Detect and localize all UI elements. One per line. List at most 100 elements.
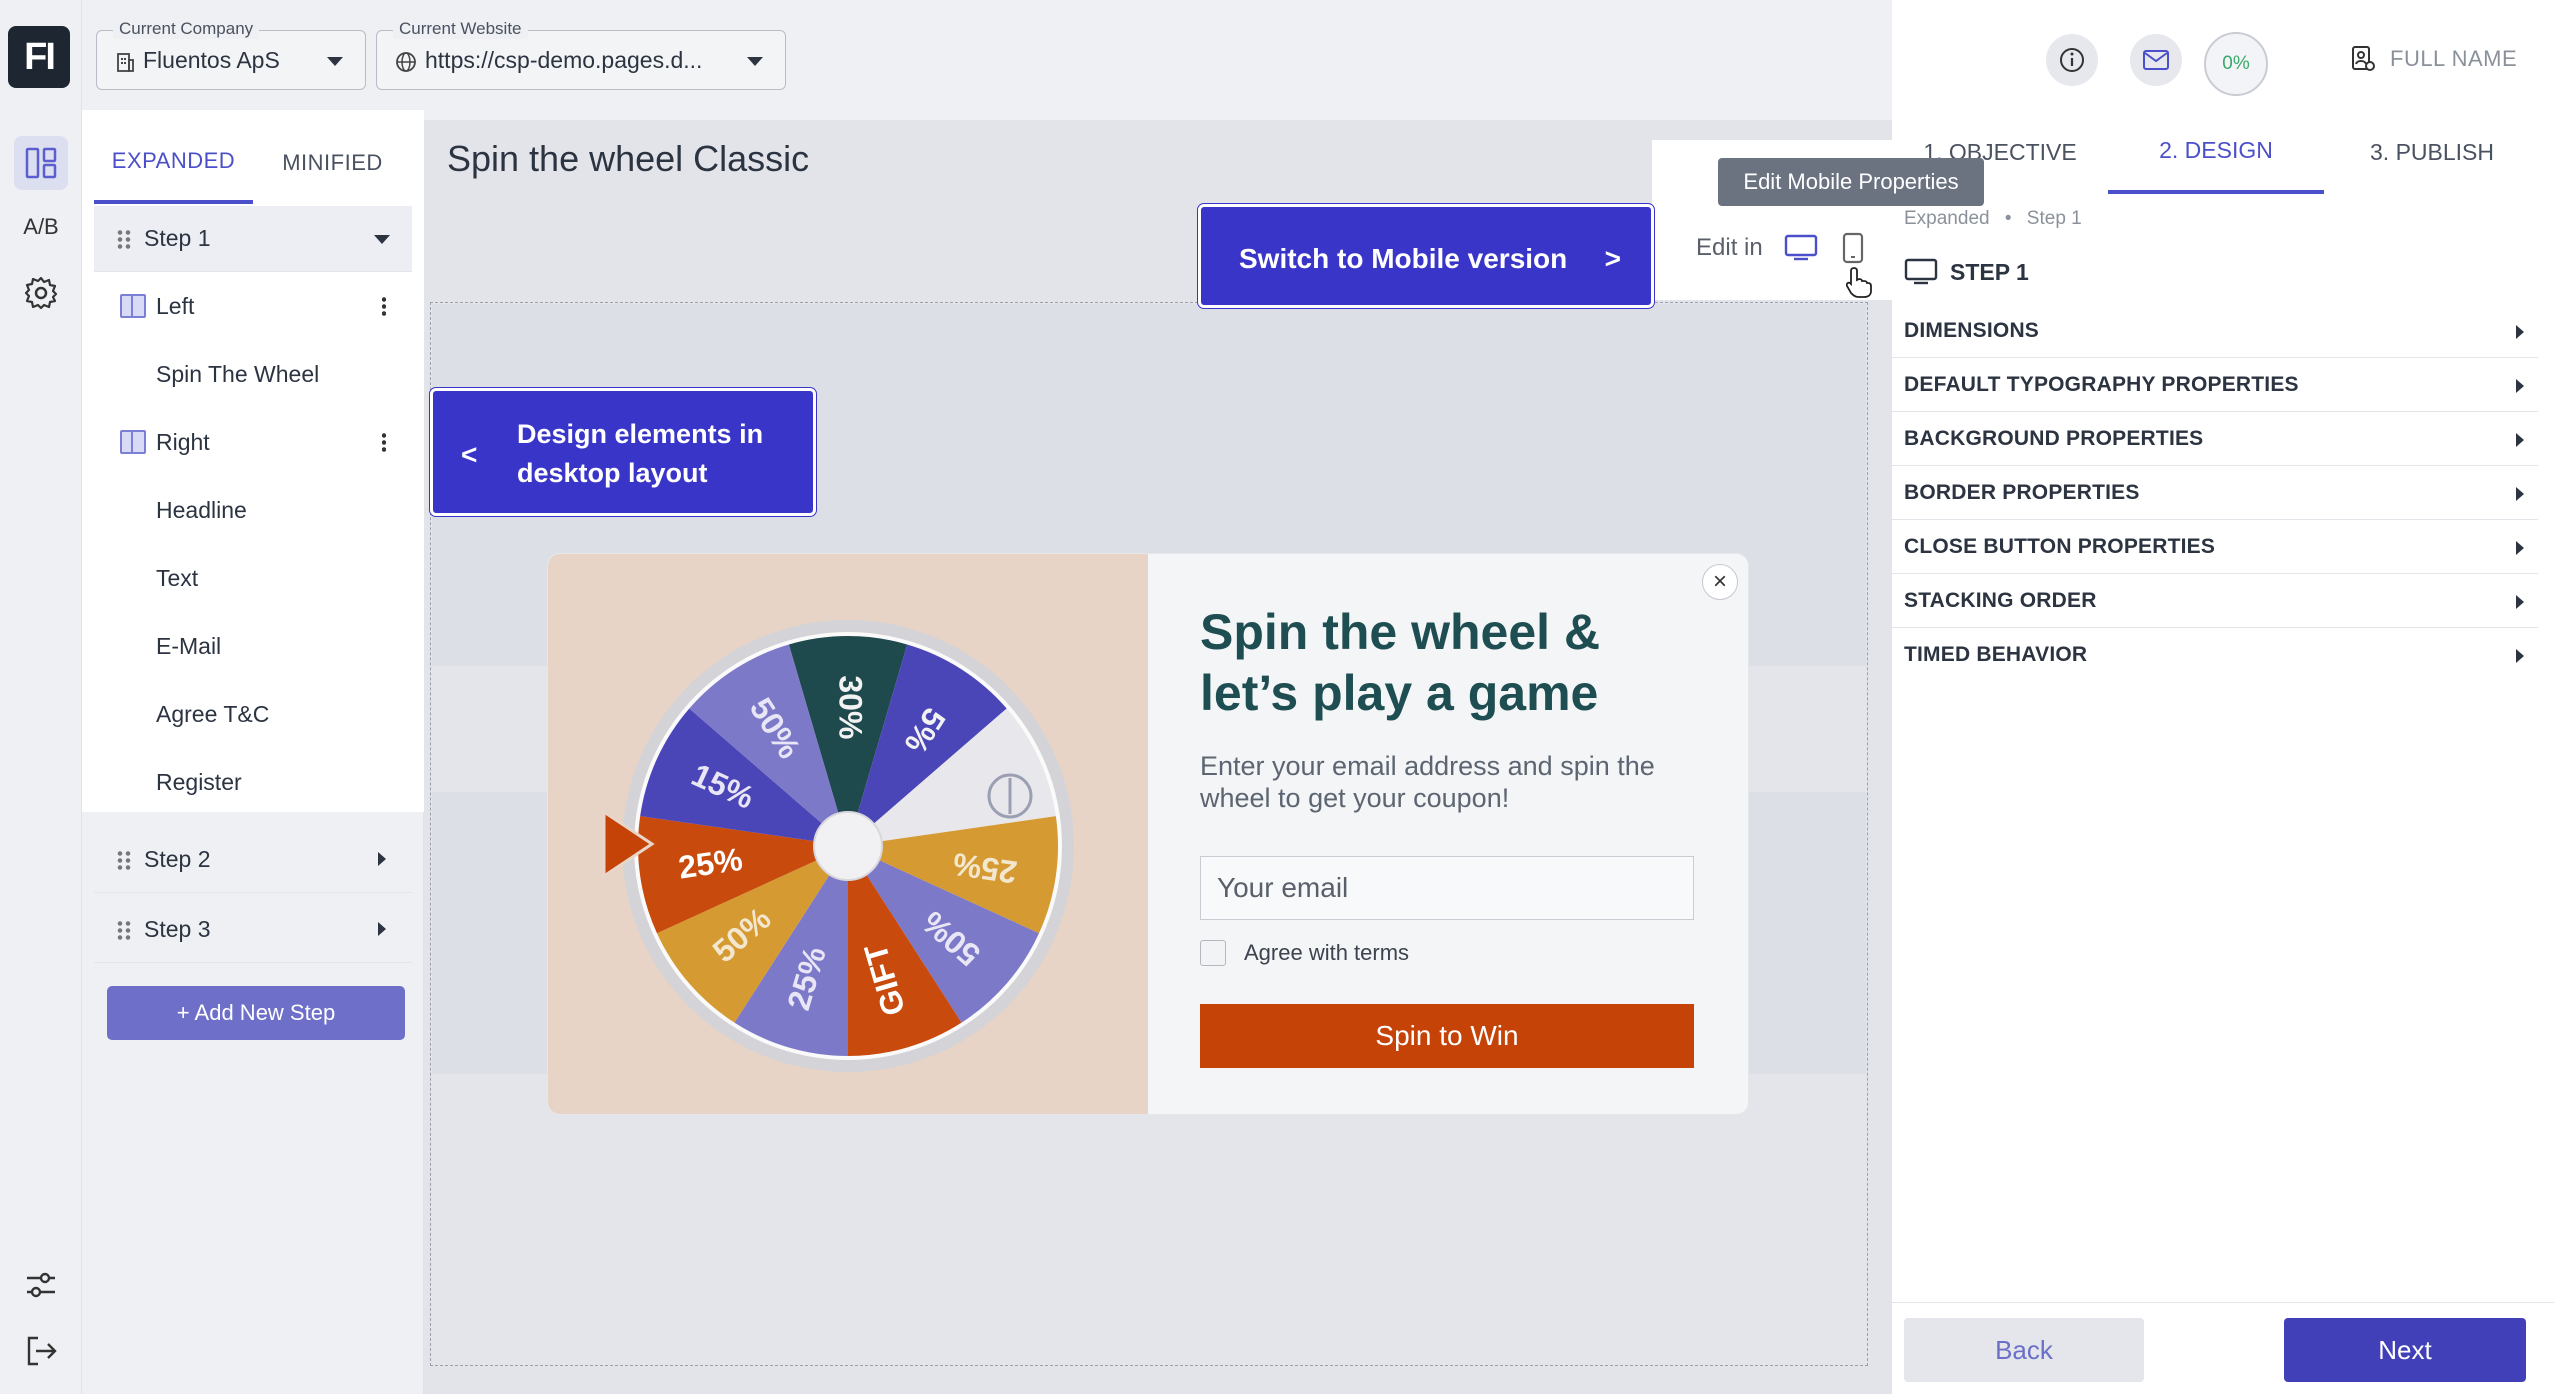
caret-right-icon [2516, 541, 2524, 555]
desktop-icon[interactable] [1784, 234, 1818, 267]
tree-item-agree-tc[interactable]: Agree T&C [94, 680, 412, 748]
caret-right-icon [2516, 649, 2524, 663]
progress-indicator[interactable]: 0% [2204, 32, 2268, 96]
building-icon [115, 51, 135, 78]
popup-preview[interactable]: 30% 5% 25% 50% GIFT 25% 50% 25% 15% 50% Spin the … [548, 554, 1748, 1114]
drag-handle-icon[interactable] [116, 919, 132, 940]
breadcrumb: Expanded • Step 1 [1904, 208, 2082, 230]
section-close-button[interactable]: CLOSE BUTTON PROPERTIES [1892, 520, 2538, 574]
tree-item-left[interactable]: Left [94, 272, 412, 340]
tree-item-spin-the-wheel[interactable]: Spin The Wheel [94, 340, 412, 408]
callout-desktop-layout[interactable]: < Design elements in desktop layout [430, 388, 816, 516]
selected-step-title: STEP 1 [1904, 258, 2029, 286]
popup-headline[interactable]: Spin the wheel & let’s play a game [1200, 602, 1680, 724]
company-value: Fluentos ApS [143, 47, 280, 73]
step-row-step-3[interactable]: Step 3 [94, 897, 412, 963]
step-row-step-2[interactable]: Step 2 [94, 827, 412, 893]
breadcrumb-separator: • [2004, 208, 2012, 229]
add-new-step-button[interactable]: + Add New Step [107, 986, 405, 1040]
step-label: Step 3 [144, 916, 211, 942]
tree-item-register[interactable]: Register [94, 748, 412, 816]
back-button[interactable]: Back [1904, 1318, 2144, 1382]
tree-item-text[interactable]: Text [94, 544, 412, 612]
section-timed-behavior[interactable]: TIMED BEHAVIOR [1892, 628, 2538, 682]
tree-item-label: Agree T&C [156, 700, 270, 727]
tab-minified[interactable]: MINIFIED [253, 122, 412, 204]
tree-item-label: E-Mail [156, 632, 222, 659]
ab-test-button[interactable]: A/B [14, 200, 68, 254]
tree-item-label: Right [156, 428, 210, 455]
tab-expanded[interactable]: EXPANDED [94, 122, 253, 204]
website-value: https://csp-demo.pages.d... [425, 47, 703, 73]
caret-right-icon[interactable] [378, 852, 386, 866]
cursor-hand-icon [1845, 266, 1872, 303]
column-icon [120, 430, 146, 454]
caret-right-icon [2516, 379, 2524, 393]
company-select[interactable]: Current Company Fluentos ApS [96, 19, 366, 90]
tab-design[interactable]: 2. DESIGN [2108, 110, 2324, 194]
wheel-label: 30% [833, 675, 869, 739]
column-icon [120, 294, 146, 318]
agree-terms[interactable]: Agree with terms [1200, 940, 1409, 966]
tab-publish[interactable]: 3. PUBLISH [2324, 110, 2540, 194]
section-label: DEFAULT TYPOGRAPHY PROPERTIES [1904, 372, 2299, 396]
chevron-down-icon [747, 57, 763, 66]
spin-to-win-button[interactable]: Spin to Win [1200, 1004, 1694, 1068]
tree-item-right[interactable]: Right [94, 408, 412, 476]
arrow-left-icon: < [461, 439, 478, 470]
more-options-icon[interactable] [382, 296, 386, 316]
section-label: STACKING ORDER [1904, 588, 2097, 612]
next-button[interactable]: Next [2284, 1318, 2526, 1382]
mail-icon[interactable] [2130, 34, 2182, 86]
left-rail: FI A/B [0, 0, 82, 1394]
step-title-label: STEP 1 [1950, 258, 2029, 285]
section-stacking-order[interactable]: STACKING ORDER [1892, 574, 2538, 628]
agree-checkbox[interactable] [1200, 940, 1226, 966]
website-legend: Current Website [393, 19, 528, 39]
tree-item-email[interactable]: E-Mail [94, 612, 412, 680]
mobile-icon[interactable] [1842, 232, 1864, 269]
section-border[interactable]: BORDER PROPERTIES [1892, 466, 2538, 520]
caret-right-icon [2516, 433, 2524, 447]
settings-gear-icon[interactable] [14, 266, 68, 320]
caret-right-icon [2516, 595, 2524, 609]
tree-item-label: Spin The Wheel [156, 360, 320, 387]
section-label: BORDER PROPERTIES [1904, 480, 2140, 504]
step-row-step-1[interactable]: Step 1 [94, 206, 412, 272]
caret-right-icon[interactable] [378, 922, 386, 936]
globe-icon [395, 51, 417, 78]
popup-left-column[interactable]: 30% 5% 25% 50% GIFT 25% 50% 25% 15% 50% [548, 554, 1148, 1114]
info-icon[interactable] [2046, 34, 2098, 86]
drag-handle-icon[interactable] [116, 228, 132, 249]
section-label: BACKGROUND PROPERTIES [1904, 426, 2204, 450]
website-select[interactable]: Current Website https://csp-demo.pages.d… [376, 19, 786, 90]
popup-right-column[interactable]: Spin the wheel & let’s play a game Enter… [1148, 554, 1748, 1114]
tree-item-headline[interactable]: Headline [94, 476, 412, 544]
sliders-icon[interactable] [14, 1258, 68, 1312]
user-profile-icon[interactable] [2350, 44, 2376, 77]
caret-right-icon [2516, 487, 2524, 501]
wizard-tabs: 1. OBJECTIVE 2. DESIGN 3. PUBLISH [1892, 110, 2542, 194]
drag-handle-icon[interactable] [116, 849, 132, 870]
app-logo[interactable]: FI [8, 26, 70, 88]
section-dimensions[interactable]: DIMENSIONS [1892, 304, 2538, 358]
popup-close-icon[interactable]: × [1702, 564, 1738, 600]
user-name[interactable]: FULL NAME [2390, 46, 2517, 72]
section-label: DIMENSIONS [1904, 318, 2040, 342]
section-background[interactable]: BACKGROUND PROPERTIES [1892, 412, 2538, 466]
tooltip-edit-mobile: Edit Mobile Properties [1718, 158, 1984, 206]
more-options-icon[interactable] [382, 432, 386, 452]
logout-icon[interactable] [14, 1324, 68, 1378]
tree-item-label: Headline [156, 496, 247, 523]
top-header: Current Company Fluentos ApS Current Web… [82, 0, 1892, 120]
desktop-icon [1904, 258, 1938, 285]
step-label: Step 2 [144, 846, 211, 872]
callout-switch-mobile[interactable]: Switch to Mobile version > [1198, 204, 1654, 308]
section-default-typography[interactable]: DEFAULT TYPOGRAPHY PROPERTIES [1892, 358, 2538, 412]
dashboard-icon[interactable] [14, 136, 68, 190]
spin-wheel[interactable]: 30% 5%25%50%GIFT25%50%25%15%50% [548, 554, 1148, 1114]
caret-down-icon[interactable] [374, 235, 390, 244]
email-input[interactable]: Your email [1200, 856, 1694, 920]
breadcrumb-item[interactable]: Expanded [1904, 208, 1990, 229]
popup-subtext[interactable]: Enter your email address and spin the wh… [1200, 750, 1680, 814]
